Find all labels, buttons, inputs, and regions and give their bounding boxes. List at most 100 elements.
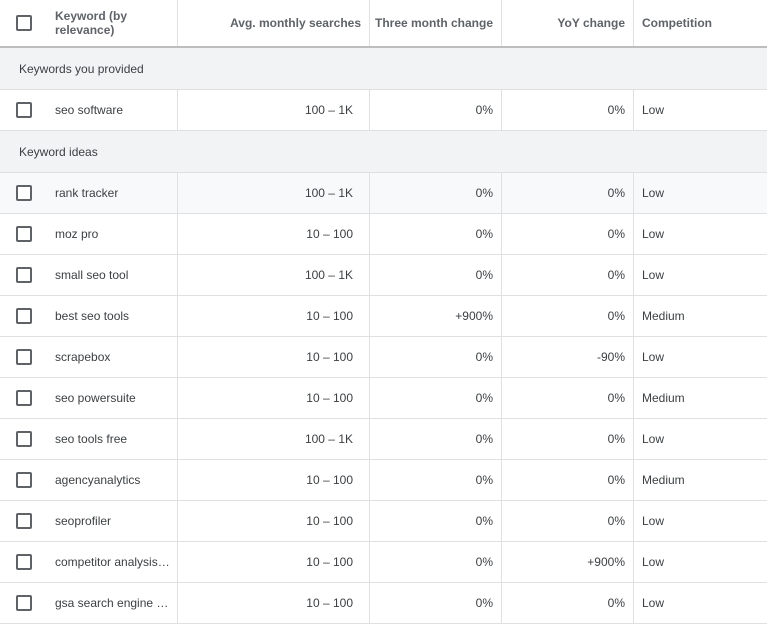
avg-monthly-cell: 10 – 100 xyxy=(178,501,370,541)
row-checkbox[interactable] xyxy=(15,185,32,201)
three-month-cell: 0% xyxy=(370,173,502,213)
column-header-competition[interactable]: Competition xyxy=(634,0,767,46)
avg-monthly-cell: 10 – 100 xyxy=(178,214,370,254)
avg-monthly-cell: 10 – 100 xyxy=(178,460,370,500)
keyword-text: moz pro xyxy=(55,227,99,241)
table-header: Keyword (by relevance) Avg. monthly sear… xyxy=(0,0,767,48)
row-checkbox-cell xyxy=(0,542,47,582)
row-checkbox-cell xyxy=(0,583,47,623)
yoy-cell: +900% xyxy=(502,542,634,582)
keyword-cell: gsa search engine r… xyxy=(47,583,178,623)
section-provided: Keywords you provided xyxy=(0,48,767,90)
three-month-cell: 0% xyxy=(370,337,502,377)
row-checkbox[interactable] xyxy=(15,308,32,324)
keyword-cell: seo powersuite xyxy=(47,378,178,418)
row-checkbox[interactable] xyxy=(15,349,32,365)
keyword-cell: moz pro xyxy=(47,214,178,254)
keyword-cell: seo tools free xyxy=(47,419,178,459)
row-checkbox-cell xyxy=(0,501,47,541)
competition-cell: Low xyxy=(642,432,665,446)
table-row[interactable]: rank tracker 100 – 1K 0% 0% Low xyxy=(0,173,767,214)
avg-monthly-cell: 100 – 1K xyxy=(178,90,370,130)
table-row[interactable]: seo tools free 100 – 1K 0% 0% Low xyxy=(0,419,767,460)
avg-monthly-cell: 10 – 100 xyxy=(178,542,370,582)
keyword-text: competitor analysis… xyxy=(55,555,170,569)
row-checkbox[interactable] xyxy=(15,226,32,242)
row-checkbox[interactable] xyxy=(15,102,32,118)
row-checkbox-cell xyxy=(0,214,47,254)
table-row[interactable]: moz pro 10 – 100 0% 0% Low xyxy=(0,214,767,255)
yoy-cell: 0% xyxy=(502,501,634,541)
keyword-cell: scrapebox xyxy=(47,337,178,377)
yoy-cell: 0% xyxy=(502,255,634,295)
three-month-cell: 0% xyxy=(370,419,502,459)
provided-rows: seo software 100 – 1K 0% 0% Low xyxy=(0,90,767,131)
table-row[interactable]: best seo tools 10 – 100 +900% 0% Medium xyxy=(0,296,767,337)
keyword-cell: best seo tools xyxy=(47,296,178,336)
yoy-cell: 0% xyxy=(502,296,634,336)
keyword-text: agencyanalytics xyxy=(55,473,141,487)
row-checkbox[interactable] xyxy=(15,390,32,406)
row-checkbox-cell xyxy=(0,90,47,130)
select-all-checkbox[interactable] xyxy=(15,15,32,31)
three-month-cell: 0% xyxy=(370,460,502,500)
keyword-cell: agencyanalytics xyxy=(47,460,178,500)
keyword-text: small seo tool xyxy=(55,268,129,282)
competition-cell: Low xyxy=(642,186,665,200)
keyword-text: seo powersuite xyxy=(55,391,136,405)
competition-cell: Medium xyxy=(642,473,685,487)
keyword-cell: rank tracker xyxy=(47,173,178,213)
row-checkbox[interactable] xyxy=(15,267,32,283)
table-row[interactable]: scrapebox 10 – 100 0% -90% Low xyxy=(0,337,767,378)
keyword-table: Keyword (by relevance) Avg. monthly sear… xyxy=(0,0,767,624)
column-header-three-month[interactable]: Three month change xyxy=(370,0,502,46)
idea-rows: rank tracker 100 – 1K 0% 0% Low moz pro … xyxy=(0,173,767,624)
row-checkbox[interactable] xyxy=(15,595,32,611)
row-checkbox-cell xyxy=(0,296,47,336)
competition-cell: Low xyxy=(642,227,665,241)
avg-monthly-cell: 100 – 1K xyxy=(178,419,370,459)
row-checkbox-cell xyxy=(0,173,47,213)
yoy-cell: 0% xyxy=(502,419,634,459)
keyword-cell: competitor analysis… xyxy=(47,542,178,582)
avg-monthly-cell: 100 – 1K xyxy=(178,173,370,213)
three-month-cell: 0% xyxy=(370,583,502,623)
avg-monthly-cell: 10 – 100 xyxy=(178,296,370,336)
keyword-cell: seoprofiler xyxy=(47,501,178,541)
competition-cell: Low xyxy=(642,555,665,569)
section-label-ideas: Keyword ideas xyxy=(19,144,98,159)
row-checkbox-cell xyxy=(0,460,47,500)
keyword-text: best seo tools xyxy=(55,309,130,323)
row-checkbox[interactable] xyxy=(15,554,32,570)
row-checkbox-cell xyxy=(0,419,47,459)
column-header-avg-monthly[interactable]: Avg. monthly searches xyxy=(178,0,370,46)
competition-cell: Low xyxy=(642,596,665,610)
table-row[interactable]: agencyanalytics 10 – 100 0% 0% Medium xyxy=(0,460,767,501)
three-month-cell: 0% xyxy=(370,255,502,295)
table-row[interactable]: seo software 100 – 1K 0% 0% Low xyxy=(0,90,767,131)
row-checkbox[interactable] xyxy=(15,472,32,488)
competition-cell: Low xyxy=(642,514,665,528)
table-row[interactable]: seo powersuite 10 – 100 0% 0% Medium xyxy=(0,378,767,419)
keyword-text: scrapebox xyxy=(55,350,111,364)
three-month-cell: 0% xyxy=(370,501,502,541)
yoy-cell: 0% xyxy=(502,173,634,213)
keyword-text: seo software xyxy=(55,103,124,117)
table-row[interactable]: small seo tool 100 – 1K 0% 0% Low xyxy=(0,255,767,296)
select-all-cell xyxy=(0,0,47,46)
table-row[interactable]: competitor analysis… 10 – 100 0% +900% L… xyxy=(0,542,767,583)
three-month-cell: +900% xyxy=(370,296,502,336)
row-checkbox[interactable] xyxy=(15,431,32,447)
keyword-text: rank tracker xyxy=(55,186,119,200)
table-row[interactable]: gsa search engine r… 10 – 100 0% 0% Low xyxy=(0,583,767,624)
three-month-cell: 0% xyxy=(370,378,502,418)
column-header-keyword[interactable]: Keyword (by relevance) xyxy=(47,0,178,46)
keyword-text: gsa search engine r… xyxy=(55,596,171,610)
yoy-cell: 0% xyxy=(502,378,634,418)
yoy-cell: -90% xyxy=(502,337,634,377)
table-row[interactable]: seoprofiler 10 – 100 0% 0% Low xyxy=(0,501,767,542)
row-checkbox[interactable] xyxy=(15,513,32,529)
row-checkbox-cell xyxy=(0,378,47,418)
avg-monthly-cell: 10 – 100 xyxy=(178,337,370,377)
column-header-yoy[interactable]: YoY change xyxy=(502,0,634,46)
